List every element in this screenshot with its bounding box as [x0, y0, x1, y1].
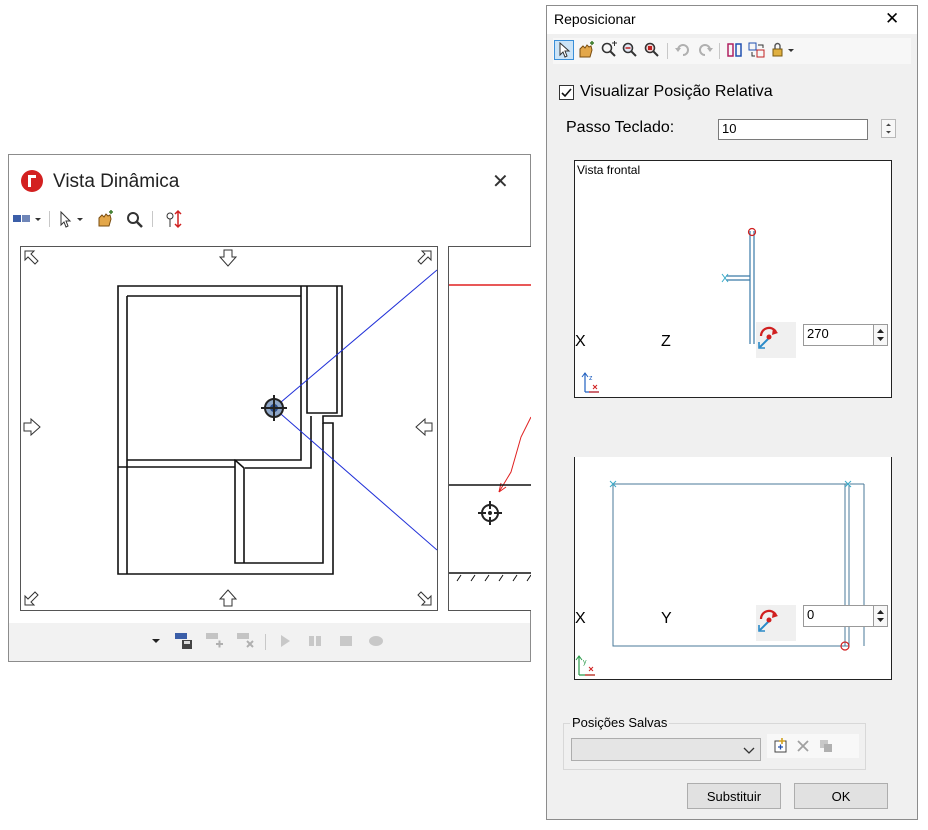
step-input[interactable]: 10	[718, 119, 868, 140]
save-camera-icon[interactable]	[173, 630, 193, 650]
front-view-panel[interactable]: Vista frontal z X Z 270	[574, 160, 892, 398]
pan-up-right-icon[interactable]	[414, 248, 434, 268]
step-spinner[interactable]	[881, 119, 896, 138]
remove-camera-icon	[235, 630, 255, 650]
pan-down-right-icon[interactable]	[414, 588, 434, 608]
top-axis-left: X	[575, 610, 586, 627]
front-axis-right: Z	[661, 333, 671, 350]
select-pointer-icon[interactable]	[57, 209, 87, 229]
lock-icon[interactable]	[769, 40, 797, 60]
zoom-out-icon[interactable]	[620, 40, 640, 60]
front-angle-input[interactable]: 270	[803, 324, 875, 346]
repo-title: Reposicionar	[554, 11, 636, 27]
saved-positions-select[interactable]	[571, 738, 761, 761]
pan-hand-icon[interactable]	[95, 209, 115, 229]
record-icon	[366, 631, 386, 651]
svg-text:y: y	[583, 659, 587, 666]
repo-close-button[interactable]: ✕	[885, 9, 899, 29]
select-pointer-icon[interactable]	[554, 40, 574, 60]
show-relative-label: Visualizar Posição Relativa	[580, 83, 773, 100]
stop-icon	[336, 631, 356, 651]
pan-hand-icon[interactable]	[576, 40, 596, 60]
align-walls-icon[interactable]	[725, 40, 745, 60]
vista-app-icon	[20, 169, 44, 193]
top-angle-spinner[interactable]	[873, 605, 888, 627]
pan-right-icon[interactable]	[414, 417, 434, 437]
add-camera-icon	[204, 630, 224, 650]
vista-dinamica-window: Vista Dinâmica ✕	[8, 154, 531, 662]
undo-icon	[673, 40, 693, 60]
vista-close-button[interactable]: ✕	[492, 169, 509, 194]
play-icon	[275, 631, 295, 651]
camera-target-icon[interactable]	[260, 394, 288, 422]
front-axis-left: X	[575, 333, 586, 350]
pan-left-icon[interactable]	[22, 417, 42, 437]
view-mode-icon[interactable]	[12, 209, 42, 229]
top-rotate-icon[interactable]	[756, 605, 796, 641]
front-rotate-icon[interactable]	[756, 322, 796, 358]
top-axis-right: Y	[661, 610, 672, 627]
redo-icon	[695, 40, 715, 60]
pause-icon	[305, 631, 325, 651]
top-view-panel[interactable]: y X Y 0	[574, 457, 892, 680]
zoom-extents-icon[interactable]	[642, 40, 662, 60]
repo-toolbar	[553, 38, 911, 64]
vista-title: Vista Dinâmica	[53, 171, 180, 192]
step-label: Passo Teclado:	[566, 119, 675, 136]
dynamic-view-canvas[interactable]	[20, 246, 438, 611]
copy-position-icon	[816, 736, 836, 756]
pan-up-left-icon[interactable]	[22, 248, 42, 268]
delete-position-icon	[793, 736, 813, 756]
reposicionar-window: Reposicionar ✕ Visualizar Posição Relati…	[546, 5, 918, 820]
saved-toolbar	[767, 734, 859, 758]
new-position-icon[interactable]	[771, 736, 791, 756]
pan-down-icon[interactable]	[218, 588, 238, 608]
zoom-icon[interactable]	[125, 209, 145, 229]
zoom-in-icon[interactable]	[599, 40, 619, 60]
dropdown-arrow-icon[interactable]	[150, 631, 162, 651]
replace-button[interactable]: Substituir	[687, 783, 781, 809]
ok-button[interactable]: OK	[794, 783, 888, 809]
svg-text:z: z	[589, 375, 593, 382]
pan-up-icon[interactable]	[218, 248, 238, 268]
repo-title-bar: Reposicionar ✕	[547, 6, 917, 34]
vista-toolbar	[9, 203, 530, 235]
side-view-canvas[interactable]	[448, 246, 531, 611]
show-relative-checkbox[interactable]	[559, 85, 574, 100]
vista-bottom-toolbar	[9, 623, 530, 661]
chevron-down-icon	[743, 747, 755, 754]
saved-positions-label: Posições Salvas	[570, 715, 670, 730]
side-target-icon[interactable]	[477, 500, 503, 526]
swap-position-icon[interactable]	[747, 40, 767, 60]
pan-down-left-icon[interactable]	[22, 588, 42, 608]
front-angle-spinner[interactable]	[873, 324, 888, 346]
top-angle-input[interactable]: 0	[803, 605, 875, 627]
vertical-move-icon[interactable]	[163, 209, 183, 229]
